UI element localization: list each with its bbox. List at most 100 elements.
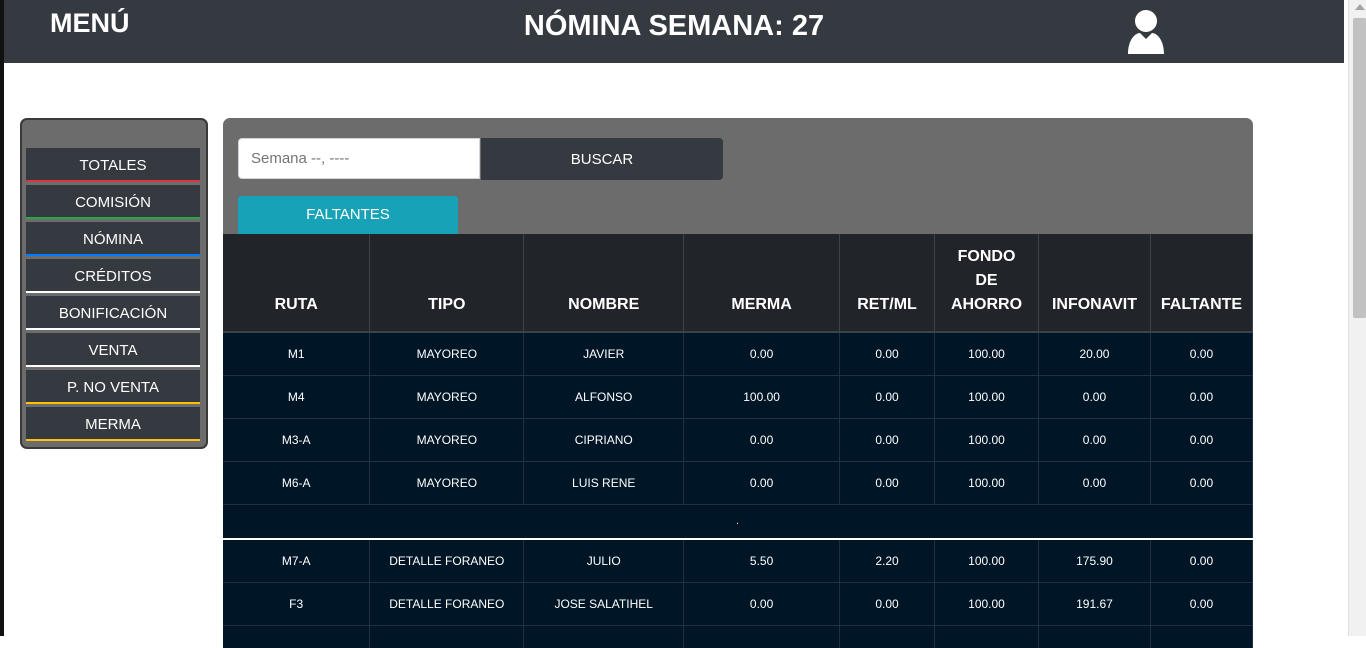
- table-cell: [1150, 625, 1253, 648]
- table-cell: 5.50: [683, 539, 841, 583]
- table-row[interactable]: F3 DETALLE FORANEO JOSE SALATIHEL 0.00 0.00 1…: [223, 582, 1253, 626]
- vertical-scrollbar[interactable]: [1348, 0, 1366, 636]
- sidebar-item-p-no-venta[interactable]: P. NO VENTA: [26, 370, 200, 404]
- col-header-ruta[interactable]: RUTA: [223, 234, 371, 333]
- top-navbar: MENÚ NÓMINA SEMANA: 27: [4, 0, 1344, 63]
- table-cell: 191.67: [1038, 582, 1151, 626]
- table-cell: 0.00: [683, 332, 841, 376]
- table-cell: 0.00: [683, 461, 841, 505]
- col-header-infonavit[interactable]: INFONAVIT: [1038, 234, 1151, 333]
- table-header-row: RUTA TIPO NOMBRE MERMA RET/ML FONDO DE A…: [223, 234, 1253, 333]
- table-cell: 0.00: [1038, 461, 1151, 505]
- col-header-fondo-line2: DE: [975, 272, 998, 289]
- table-cell: 100.00: [934, 418, 1039, 462]
- sidebar-item-comision[interactable]: COMISIÓN: [26, 185, 200, 219]
- payroll-table: RUTA TIPO NOMBRE MERMA RET/ML FONDO DE A…: [223, 234, 1253, 648]
- user-icon[interactable]: [1126, 8, 1166, 54]
- table-cell: 0.00: [683, 582, 841, 626]
- app-frame: MENÚ NÓMINA SEMANA: 27 TOTALES COMISIÓN …: [0, 0, 1366, 648]
- table-cell: M1: [223, 332, 371, 376]
- table-cell: M4: [223, 375, 371, 419]
- col-header-fondo-line1: FONDO: [957, 248, 1016, 265]
- table-cell: 100.00: [934, 375, 1039, 419]
- table-cell: 0.00: [683, 418, 841, 462]
- col-header-fondo-de-ahorro[interactable]: FONDO DE AHORRO: [934, 234, 1039, 333]
- table-cell: MAYOREO: [369, 418, 525, 462]
- table-cell: MAYOREO: [369, 375, 525, 419]
- table-cell: 0.00: [1038, 418, 1151, 462]
- menu-button[interactable]: MENÚ: [50, 8, 130, 39]
- table-cell: JOSE SALATIHEL: [523, 582, 685, 626]
- sidebar: TOTALES COMISIÓN NÓMINA CRÉDITOS BONIFIC…: [20, 118, 208, 449]
- col-header-tipo[interactable]: TIPO: [369, 234, 525, 333]
- table-cell: 0.00: [1150, 332, 1253, 376]
- table-cell: [523, 625, 685, 648]
- col-header-ret-ml[interactable]: RET/ML: [839, 234, 936, 333]
- group-separator-cell: .: [223, 504, 1253, 540]
- table-row[interactable]: M1 MAYOREO JAVIER 0.00 0.00 100.00 20.00 0.00: [223, 332, 1253, 376]
- table-cell: 100.00: [934, 461, 1039, 505]
- scroll-up-arrow-icon[interactable]: [1355, 4, 1365, 10]
- table-cell: M3-A: [223, 418, 371, 462]
- table-row[interactable]: M7-A DETALLE FORANEO JULIO 5.50 2.20 100.00 17…: [223, 539, 1253, 583]
- sidebar-item-bonificacion[interactable]: BONIFICACIÓN: [26, 296, 200, 330]
- main-panel: BUSCAR FALTANTES RUTA TIPO NOMBRE MERMA …: [223, 118, 1253, 648]
- table-cell: 0.00: [839, 332, 936, 376]
- table-body: M1 MAYOREO JAVIER 0.00 0.00 100.00 20.00 0.00 M4…: [223, 332, 1253, 648]
- col-header-fondo-line3: AHORRO: [950, 296, 1023, 313]
- table-cell: 2.20: [839, 539, 936, 583]
- table-cell: MAYOREO: [369, 461, 525, 505]
- table-row[interactable]: [223, 625, 1253, 648]
- table-cell: LUIS RENE: [523, 461, 685, 505]
- table-cell: [1038, 625, 1151, 648]
- table-cell: JULIO: [523, 539, 685, 583]
- table-cell: 0.00: [839, 582, 936, 626]
- table-cell: 0.00: [839, 375, 936, 419]
- table-cell: 0.00: [1150, 375, 1253, 419]
- table-cell: CIPRIANO: [523, 418, 685, 462]
- page-title: NÓMINA SEMANA: 27: [523, 10, 825, 42]
- scroll-thumb[interactable]: [1353, 18, 1366, 318]
- table-cell: 0.00: [1150, 461, 1253, 505]
- sidebar-item-totales[interactable]: TOTALES: [26, 148, 200, 182]
- group-separator-row: .: [223, 504, 1253, 540]
- table-cell: 0.00: [839, 461, 936, 505]
- table-cell: [223, 625, 371, 648]
- user-silhouette-icon: [1128, 10, 1164, 54]
- table-cell: [369, 625, 525, 648]
- sidebar-item-venta[interactable]: VENTA: [26, 333, 200, 367]
- col-header-nombre[interactable]: NOMBRE: [523, 234, 685, 333]
- table-cell: 100.00: [934, 582, 1039, 626]
- table-cell: M6-A: [223, 461, 371, 505]
- sidebar-item-nomina[interactable]: NÓMINA: [26, 222, 200, 256]
- table-cell: 100.00: [683, 375, 841, 419]
- table-cell: [839, 625, 936, 648]
- table-cell: 0.00: [1150, 539, 1253, 583]
- table-cell: 0.00: [1150, 418, 1253, 462]
- table-cell: DETALLE FORANEO: [369, 582, 525, 626]
- table-cell: [683, 625, 841, 648]
- table-cell: 100.00: [934, 332, 1039, 376]
- col-header-faltante[interactable]: FALTANTE: [1150, 234, 1253, 333]
- table-row[interactable]: M4 MAYOREO ALFONSO 100.00 0.00 100.00 0.00 0.00: [223, 375, 1253, 419]
- table-cell: MAYOREO: [369, 332, 525, 376]
- table-cell: 0.00: [1038, 375, 1151, 419]
- search-button[interactable]: BUSCAR: [481, 138, 723, 180]
- sidebar-item-creditos[interactable]: CRÉDITOS: [26, 259, 200, 293]
- week-search-input[interactable]: [238, 138, 480, 179]
- table-cell: ALFONSO: [523, 375, 685, 419]
- table-cell: 0.00: [839, 418, 936, 462]
- table-row[interactable]: M6-A MAYOREO LUIS RENE 0.00 0.00 100.00 0.00 0.…: [223, 461, 1253, 505]
- tab-faltantes[interactable]: FALTANTES: [238, 196, 458, 234]
- table-cell: 175.90: [1038, 539, 1151, 583]
- table-cell: F3: [223, 582, 371, 626]
- sidebar-item-merma[interactable]: MERMA: [26, 407, 200, 441]
- table-cell: [934, 625, 1039, 648]
- table-cell: 20.00: [1038, 332, 1151, 376]
- table-cell: DETALLE FORANEO: [369, 539, 525, 583]
- table-row[interactable]: M3-A MAYOREO CIPRIANO 0.00 0.00 100.00 0.00 0.0…: [223, 418, 1253, 462]
- col-header-merma[interactable]: MERMA: [683, 234, 841, 333]
- table-cell: JAVIER: [523, 332, 685, 376]
- table-cell: 0.00: [1150, 582, 1253, 626]
- table-cell: M7-A: [223, 539, 371, 583]
